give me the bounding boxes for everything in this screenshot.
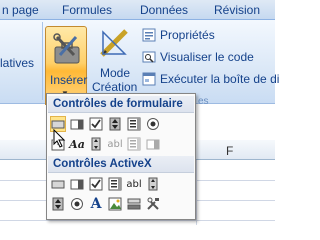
gridline bbox=[0, 220, 275, 221]
tab-mise-en-page[interactable]: n page bbox=[2, 3, 39, 17]
visualiser-code-button[interactable]: Visualiser le code bbox=[142, 50, 254, 64]
mode-creation-line1: Mode bbox=[100, 66, 131, 80]
combo-drop-down-edit-icon[interactable] bbox=[145, 136, 161, 152]
column-header-f[interactable]: F bbox=[226, 144, 233, 158]
tab-formules[interactable]: Formules bbox=[62, 3, 112, 17]
label-icon[interactable]: A bbox=[88, 196, 104, 212]
ribbon-tab-strip: n page Formules Données Révision bbox=[0, 0, 275, 20]
list-box-icon[interactable] bbox=[126, 116, 142, 132]
spin-button-icon[interactable] bbox=[107, 116, 123, 132]
activex-controls-header: Contrôles ActiveX bbox=[48, 156, 194, 173]
activex-label-text: A bbox=[90, 196, 102, 212]
image-icon[interactable] bbox=[107, 196, 123, 212]
combo-list-edit-icon[interactable] bbox=[126, 136, 142, 152]
visualiser-code-label: Visualiser le code bbox=[160, 50, 254, 64]
text-field-icon[interactable]: abl bbox=[107, 136, 123, 152]
ribbon-body: latives Insérer ▼ Mode Création Prop bbox=[0, 20, 279, 108]
insert-controls-dropdown: Contrôles de formulaire xy Aa abl Contrô… bbox=[46, 93, 196, 220]
left-group-partial-label[interactable]: latives bbox=[0, 56, 34, 70]
toggle-button-icon[interactable] bbox=[126, 196, 142, 212]
group-separator bbox=[42, 22, 43, 100]
form-controls-header: Contrôles de formulaire bbox=[48, 96, 194, 113]
cursor-icon bbox=[53, 129, 66, 148]
text-box-label: abl bbox=[126, 178, 142, 190]
list-box-icon[interactable] bbox=[107, 176, 123, 192]
checkbox-icon[interactable] bbox=[88, 116, 104, 132]
text-box-icon[interactable]: abl bbox=[126, 176, 142, 192]
mode-creation-button[interactable]: Mode Création bbox=[91, 26, 137, 96]
checkbox-icon[interactable] bbox=[88, 176, 104, 192]
combo-box-icon[interactable] bbox=[69, 116, 85, 132]
label-control-text: Aa bbox=[69, 137, 85, 151]
spin-button-icon[interactable] bbox=[50, 196, 66, 212]
option-button-icon[interactable] bbox=[69, 196, 85, 212]
view-code-icon bbox=[142, 51, 156, 63]
scroll-bar-icon[interactable] bbox=[145, 176, 161, 192]
tab-revision[interactable]: Révision bbox=[214, 3, 260, 17]
properties-icon bbox=[142, 28, 156, 42]
mode-creation-line2: Création bbox=[92, 80, 138, 94]
text-field-label: abl bbox=[107, 138, 123, 150]
combo-box-icon[interactable] bbox=[69, 176, 85, 192]
command-button-icon[interactable] bbox=[50, 176, 66, 192]
proprietes-button[interactable]: Propriétés bbox=[142, 28, 215, 42]
tab-donnees[interactable]: Données bbox=[140, 3, 188, 17]
option-button-icon[interactable] bbox=[145, 116, 161, 132]
gridline bbox=[196, 160, 197, 225]
executer-boite-dialogue-button[interactable]: Exécuter la boîte de di bbox=[142, 72, 279, 86]
scroll-bar-icon[interactable] bbox=[88, 136, 104, 152]
inserer-label: Insérer bbox=[50, 73, 88, 87]
executer-label: Exécuter la boîte de di bbox=[160, 72, 280, 86]
label-icon[interactable]: Aa bbox=[69, 136, 85, 152]
run-dialog-icon bbox=[142, 72, 156, 86]
more-controls-icon[interactable] bbox=[145, 196, 161, 212]
ruler-pencil-icon bbox=[100, 29, 128, 57]
proprietes-label: Propriétés bbox=[160, 28, 215, 42]
toolbox-icon bbox=[53, 33, 80, 64]
